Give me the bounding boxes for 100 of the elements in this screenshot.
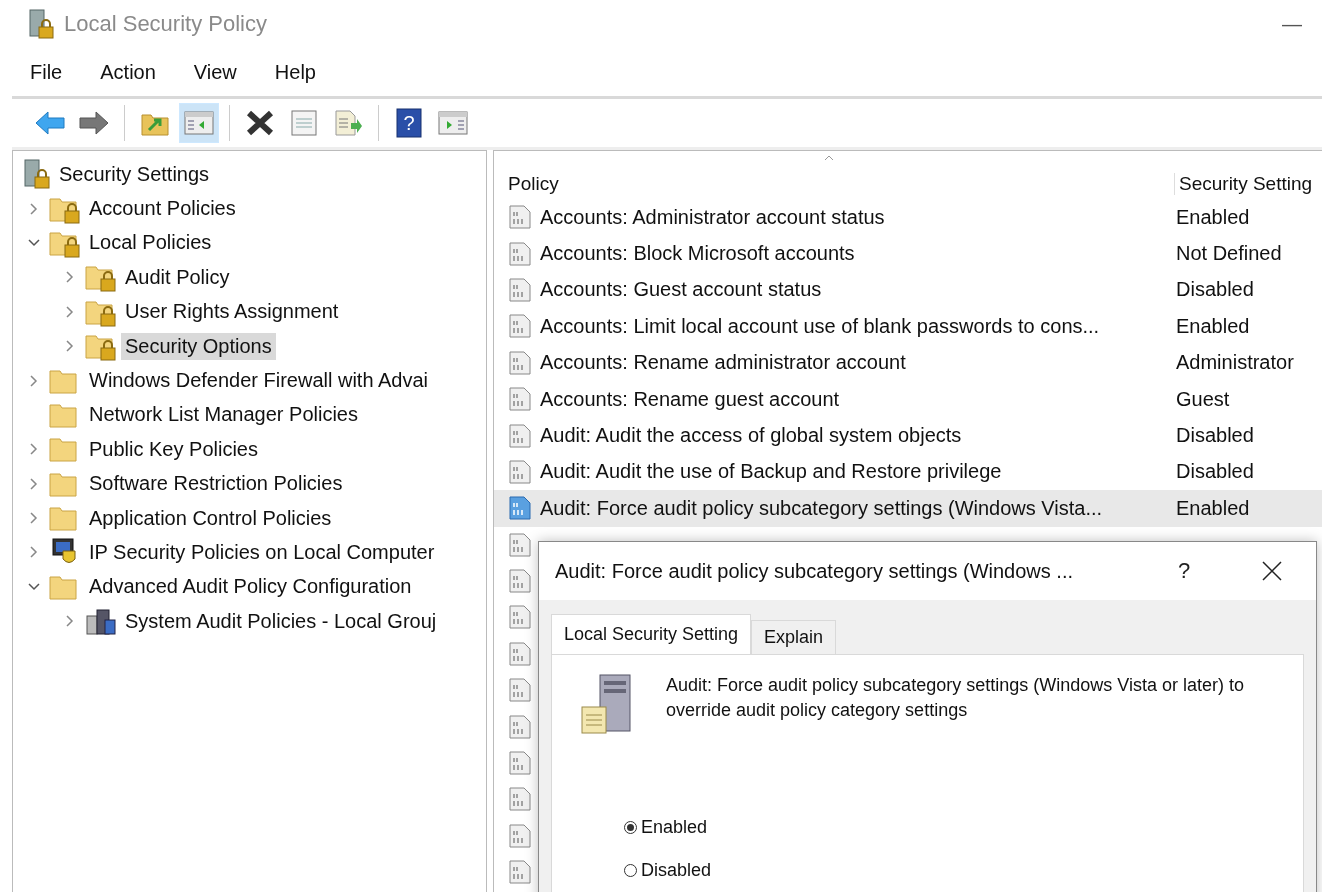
tree-item[interactable]: IP Security Policies on Local Computer	[85, 539, 439, 566]
help-icon: ?	[396, 108, 422, 138]
table-row[interactable]: Accounts: Limit local account use of blank passwords to cons... Enabled	[494, 308, 1322, 345]
menu-item[interactable]: View	[193, 60, 237, 84]
tree-item[interactable]: Windows Defender Firewall with Advai	[85, 367, 433, 395]
option-label: Disabled	[641, 860, 712, 881]
tab[interactable]: Local Security Setting	[551, 614, 752, 654]
tree-item[interactable]: Account Policies	[85, 195, 240, 223]
app-icon	[28, 9, 54, 39]
menu-item[interactable]: File	[30, 60, 63, 84]
expanded-chevron-icon[interactable]	[28, 582, 40, 591]
table-cell: Administrator	[1176, 351, 1294, 375]
table-cell-text: Accounts: Block Microsoft accounts	[540, 242, 856, 266]
policy-icon	[508, 204, 532, 231]
tree-item[interactable]: Public Key Policies	[85, 435, 262, 463]
tree-item[interactable]: Security Options	[121, 332, 276, 360]
collapsed-chevron-icon[interactable]	[30, 512, 38, 525]
policy-icon	[508, 531, 532, 558]
delete-icon	[245, 109, 275, 137]
collapsed-chevron-icon[interactable]	[30, 202, 38, 215]
tree-item[interactable]: User Rights Assignment	[121, 298, 343, 326]
table-cell: Enabled	[1176, 205, 1250, 229]
table-row[interactable]: Audit: Audit the access of global system objects Disabled	[494, 417, 1322, 454]
table-cell: Not Defined	[1176, 242, 1282, 266]
policy-icon	[508, 640, 532, 667]
tab[interactable]: Explain	[751, 620, 837, 654]
properties-icon	[290, 109, 318, 137]
table-row[interactable]: Accounts: Guest account status Disabled	[494, 271, 1322, 309]
dialog-title: Audit: Force audit policy subcategory settings (Windows ...	[555, 559, 1074, 583]
table-cell: Disabled	[1176, 278, 1254, 302]
policy-icon	[508, 677, 532, 704]
show-action-pane-icon	[438, 110, 468, 136]
table-cell-text: Audit: Audit the access of global system objects	[540, 424, 963, 448]
policy-icon	[508, 349, 532, 376]
forward-arrow-icon	[78, 110, 110, 136]
option-label: Enabled	[641, 817, 708, 838]
policy-icon	[508, 422, 532, 449]
tree-item[interactable]: Application Control Policies	[85, 504, 336, 532]
table-row[interactable]: Audit: Audit the use of Backup and Restore privilege Disabled	[494, 453, 1322, 491]
tree-item[interactable]: Advanced Audit Policy Configuration	[85, 573, 416, 601]
table-cell-text: Audit: Force audit policy subcategory settings (Windows Vista...	[540, 496, 1104, 520]
show-tree-icon	[184, 110, 214, 136]
tree-item[interactable]: Network List Manager Policies	[85, 401, 362, 429]
table-cell: Enabled	[1176, 496, 1250, 520]
table-row[interactable]: Accounts: Rename administrator account Administrator	[494, 344, 1322, 381]
policy-icon	[508, 276, 532, 303]
close-icon	[1262, 561, 1282, 581]
menu-item[interactable]: Help	[274, 60, 316, 84]
toolbar-button[interactable]: ?	[389, 103, 429, 143]
policy-icon	[508, 822, 532, 849]
tree-item[interactable]: Security Settings	[55, 160, 214, 188]
policy-icon	[508, 713, 532, 740]
table-cell-text: Accounts: Limit local account use of blank passwords to cons...	[540, 314, 1101, 338]
help-button[interactable]: ?	[1140, 542, 1228, 600]
policy-icon	[508, 750, 532, 777]
tree-item[interactable]: Software Restriction Policies	[85, 470, 347, 498]
table-cell: Disabled	[1176, 424, 1254, 448]
menu-item[interactable]: Action	[100, 60, 156, 84]
table-cell-text: Accounts: Guest account status	[540, 278, 823, 302]
window-title: Local Security Policy	[64, 11, 268, 37]
collapsed-chevron-icon[interactable]	[66, 305, 74, 318]
policy-icon	[508, 786, 532, 813]
table-cell-text: Accounts: Rename guest account	[540, 387, 841, 411]
table-cell: Guest	[1176, 387, 1230, 411]
collapsed-chevron-icon[interactable]	[30, 443, 38, 456]
tree-item[interactable]: System Audit Policies - Local Grouj	[121, 607, 441, 635]
collapsed-chevron-icon[interactable]	[30, 546, 38, 559]
security-settings-icon	[23, 159, 51, 190]
tree-item[interactable]: Audit Policy	[121, 263, 234, 291]
export-list-icon	[333, 109, 363, 137]
collapsed-chevron-icon[interactable]	[66, 340, 74, 353]
policy-icon	[508, 604, 532, 631]
column-header[interactable]: Security Setting	[1174, 173, 1322, 195]
policy-icon	[508, 313, 532, 340]
collapsed-chevron-icon[interactable]	[30, 477, 38, 490]
expanded-chevron-icon[interactable]	[28, 238, 40, 247]
minimize-button[interactable]: —	[1262, 12, 1322, 36]
radio-option[interactable]: Disabled	[624, 860, 1303, 881]
table-cell-text: Audit: Audit the use of Backup and Restore privilege	[540, 460, 1003, 484]
column-header[interactable]: Policy	[494, 173, 1174, 195]
tree-item[interactable]: Local Policies	[85, 229, 216, 257]
collapsed-chevron-icon[interactable]	[30, 374, 38, 387]
policy-icon	[508, 386, 532, 413]
table-cell: Enabled	[1176, 314, 1250, 338]
sort-ascending-icon	[824, 155, 834, 161]
collapsed-chevron-icon[interactable]	[66, 615, 74, 628]
table-cell-text: Accounts: Administrator account status	[540, 205, 886, 229]
table-row[interactable]: Accounts: Administrator account status Enabled	[494, 199, 1322, 236]
policy-icon	[508, 240, 532, 267]
back-arrow-icon	[34, 110, 66, 136]
highlighted-policy-icon	[508, 495, 532, 522]
policy-icon	[508, 458, 532, 485]
radio-option[interactable]: Enabled	[624, 817, 1303, 838]
table-row[interactable]: Accounts: Block Microsoft accounts Not Defined	[494, 235, 1322, 272]
table-row[interactable]: Accounts: Rename guest account Guest	[494, 380, 1322, 418]
table-row[interactable]: Audit: Force audit policy subcategory settings (Windows Vista... Enabled	[494, 490, 1322, 527]
policy-icon	[508, 859, 532, 886]
collapsed-chevron-icon[interactable]	[66, 271, 74, 284]
audit-computers-icon	[85, 606, 117, 637]
policy-icon	[508, 568, 532, 595]
